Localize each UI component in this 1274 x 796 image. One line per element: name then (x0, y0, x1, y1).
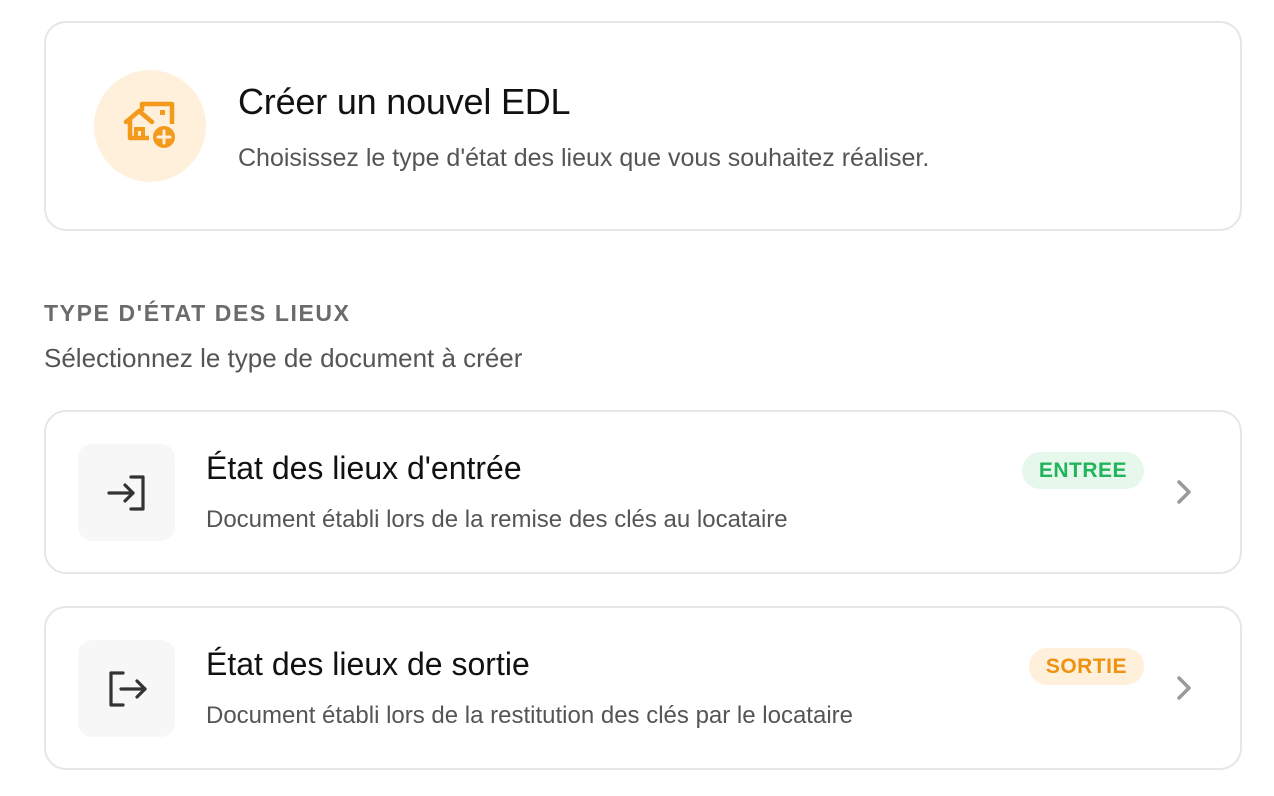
section-description: Sélectionnez le type de document à créer (44, 343, 523, 373)
login-icon (78, 444, 175, 541)
chevron-right-icon (1170, 478, 1198, 506)
option-description: Document établi lors de la restitution d… (206, 702, 853, 729)
option-title: État des lieux de sortie (206, 646, 530, 682)
type-badge: ENTREE (1021, 452, 1144, 489)
create-edl-header-card: Créer un nouvel EDL Choisissez le type d… (44, 21, 1242, 231)
type-badge: SORTIE (1028, 648, 1144, 685)
option-description: Document établi lors de la remise des cl… (206, 506, 788, 533)
option-card-sortie[interactable]: État des lieux de sortie Document établi… (44, 606, 1242, 770)
house-plus-icon (94, 70, 206, 182)
option-title: État des lieux d'entrée (206, 450, 522, 486)
page-subtitle: Choisissez le type d'état des lieux que … (238, 144, 930, 172)
logout-icon (78, 640, 175, 737)
option-card-entree[interactable]: État des lieux d'entrée Document établi … (44, 410, 1242, 574)
page-title: Créer un nouvel EDL (238, 81, 571, 122)
create-edl-page: Créer un nouvel EDL Choisissez le type d… (0, 0, 1274, 796)
chevron-right-icon (1170, 674, 1198, 702)
section-label: TYPE D'ÉTAT DES LIEUX (44, 300, 351, 326)
